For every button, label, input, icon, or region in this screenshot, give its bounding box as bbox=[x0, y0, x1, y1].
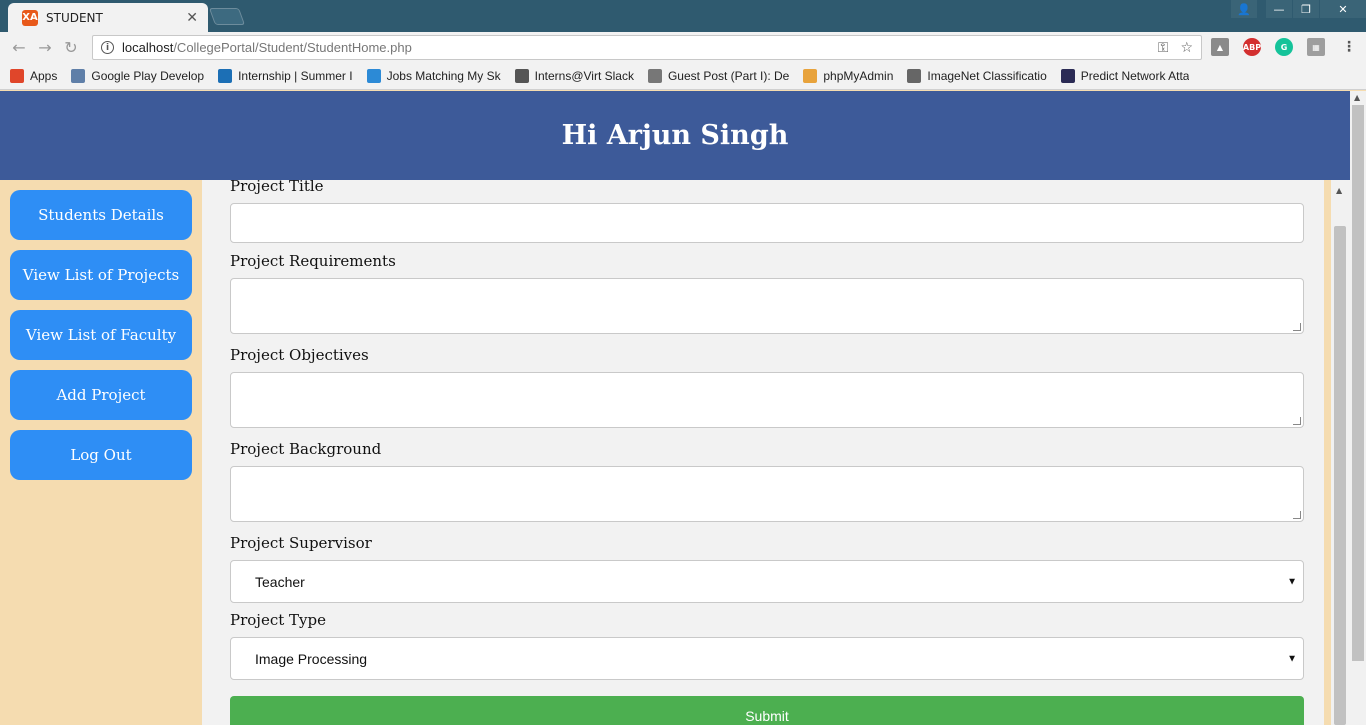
close-window-button[interactable]: ✕ bbox=[1320, 0, 1366, 18]
project-objectives-label: Project Objectives bbox=[230, 346, 369, 364]
profile-icon[interactable]: 👤 bbox=[1231, 0, 1257, 18]
bookmark-favicon-icon bbox=[71, 68, 86, 83]
bookmark-label: ImageNet Classificatio bbox=[927, 68, 1047, 83]
project-type-label: Project Type bbox=[230, 611, 326, 629]
scroll-up-icon[interactable]: ▲ bbox=[1336, 186, 1342, 195]
restore-button[interactable]: ❐ bbox=[1293, 0, 1319, 18]
window-controls: 👤 — ❐ ✕ bbox=[1230, 0, 1366, 18]
bookmark-favicon-icon bbox=[647, 68, 662, 83]
bookmark-item[interactable]: Jobs Matching My Sk bbox=[366, 68, 501, 83]
add-project-form: Project Title Project Requirements Proje… bbox=[202, 177, 1324, 725]
back-icon[interactable]: ← bbox=[6, 38, 32, 57]
scroll-up-icon[interactable]: ▲ bbox=[1354, 93, 1360, 102]
bookmark-label: Jobs Matching My Sk bbox=[386, 68, 501, 83]
submit-button[interactable]: Submit bbox=[230, 696, 1304, 725]
forward-icon[interactable]: → bbox=[32, 38, 58, 57]
window-scrollbar-thumb[interactable] bbox=[1352, 105, 1364, 661]
adblock-extension-icon[interactable]: ABP bbox=[1243, 38, 1261, 56]
sidebar: Students Details View List of Projects V… bbox=[10, 190, 192, 490]
project-background-label: Project Background bbox=[230, 440, 382, 458]
bookmark-label: Google Play Develop bbox=[91, 68, 205, 83]
bookmark-label: phpMyAdmin bbox=[823, 68, 894, 83]
project-title-input[interactable] bbox=[230, 203, 1304, 243]
bookmark-item[interactable]: Predict Network Atta bbox=[1060, 68, 1190, 83]
page: Hi Arjun Singh Students Details View Lis… bbox=[0, 91, 1350, 725]
bookmark-item[interactable]: ImageNet Classificatio bbox=[907, 68, 1047, 83]
bookmark-label: Predict Network Atta bbox=[1080, 68, 1190, 83]
supervisor-selected-value: Teacher bbox=[255, 573, 305, 590]
bookmark-favicon-icon bbox=[1060, 68, 1075, 83]
add-project-button[interactable]: Add Project bbox=[10, 370, 192, 420]
bookmarks-bar: Apps Google Play Develop Internship | Summ… bbox=[0, 62, 1366, 90]
browser-tab-bar: XA STUDENT ✕ 👤 — ❐ ✕ bbox=[0, 0, 1366, 32]
view-projects-button[interactable]: View List of Projects bbox=[10, 250, 192, 300]
page-header: Hi Arjun Singh bbox=[0, 91, 1350, 180]
bookmark-item[interactable]: Interns@Virt Slack bbox=[514, 68, 634, 83]
form-scrollbar[interactable]: ▲ bbox=[1331, 180, 1350, 725]
bookmark-favicon-icon bbox=[907, 68, 922, 83]
bookmark-label: Apps bbox=[30, 68, 58, 83]
key-icon[interactable]: ⚿ bbox=[1158, 40, 1169, 56]
bookmark-label: Interns@Virt Slack bbox=[534, 68, 634, 83]
bookmark-favicon-icon bbox=[803, 68, 818, 83]
tab-title: STUDENT bbox=[46, 10, 103, 25]
project-requirements-label: Project Requirements bbox=[230, 252, 396, 270]
project-type-select[interactable]: Image Processing ▼ bbox=[230, 637, 1304, 680]
bookmark-label: Internship | Summer I bbox=[238, 68, 353, 83]
minimize-button[interactable]: — bbox=[1266, 0, 1292, 18]
reload-icon[interactable]: ↻ bbox=[58, 38, 84, 57]
page-title: Hi Arjun Singh bbox=[561, 120, 789, 151]
bookmark-favicon-icon bbox=[514, 68, 529, 83]
apps-grid-icon bbox=[10, 68, 24, 83]
bookmark-favicon-icon bbox=[218, 68, 233, 83]
project-objectives-textarea[interactable] bbox=[230, 372, 1304, 428]
project-supervisor-label: Project Supervisor bbox=[230, 534, 372, 552]
url-text: localhost/CollegePortal/Student/StudentH… bbox=[122, 40, 412, 55]
dropdown-arrow-icon: ▼ bbox=[1287, 653, 1297, 664]
window-scrollbar[interactable]: ▲ bbox=[1350, 91, 1366, 725]
dropdown-arrow-icon: ▼ bbox=[1287, 576, 1297, 587]
address-bar[interactable]: i localhost/CollegePortal/Student/Studen… bbox=[92, 35, 1202, 60]
bookmark-favicon-icon bbox=[366, 68, 381, 83]
project-supervisor-select[interactable]: Teacher ▼ bbox=[230, 560, 1304, 603]
browser-tab[interactable]: XA STUDENT ✕ bbox=[8, 3, 208, 32]
bookmark-item[interactable]: Guest Post (Part I): De bbox=[647, 68, 790, 83]
type-selected-value: Image Processing bbox=[255, 650, 368, 667]
view-faculty-button[interactable]: View List of Faculty bbox=[10, 310, 192, 360]
browser-toolbar: ← → ↻ i localhost/CollegePortal/Student/… bbox=[0, 32, 1366, 62]
drive-extension-icon[interactable]: ▲ bbox=[1211, 38, 1229, 56]
bookmark-item[interactable]: Internship | Summer I bbox=[218, 68, 353, 83]
students-details-button[interactable]: Students Details bbox=[10, 190, 192, 240]
log-out-button[interactable]: Log Out bbox=[10, 430, 192, 480]
bookmark-item[interactable]: Apps bbox=[10, 68, 58, 83]
grammarly-extension-icon[interactable]: G bbox=[1275, 38, 1293, 56]
new-tab-button[interactable] bbox=[208, 8, 246, 25]
tab-close-icon[interactable]: ✕ bbox=[186, 10, 198, 26]
form-scrollbar-thumb[interactable] bbox=[1334, 226, 1346, 725]
bookmark-star-icon[interactable]: ☆ bbox=[1180, 40, 1193, 56]
bookmark-item[interactable]: Google Play Develop bbox=[71, 68, 205, 83]
info-icon[interactable]: i bbox=[101, 41, 114, 54]
bookmark-item[interactable]: phpMyAdmin bbox=[803, 68, 894, 83]
xampp-favicon-icon: XA bbox=[22, 9, 38, 26]
project-requirements-textarea[interactable] bbox=[230, 278, 1304, 334]
project-background-textarea[interactable] bbox=[230, 466, 1304, 522]
project-title-label: Project Title bbox=[230, 177, 324, 195]
menu-icon[interactable]: ⋮ bbox=[1340, 38, 1358, 56]
extension-icon[interactable]: ▦ bbox=[1307, 38, 1325, 56]
bookmark-label: Guest Post (Part I): De bbox=[667, 68, 790, 83]
